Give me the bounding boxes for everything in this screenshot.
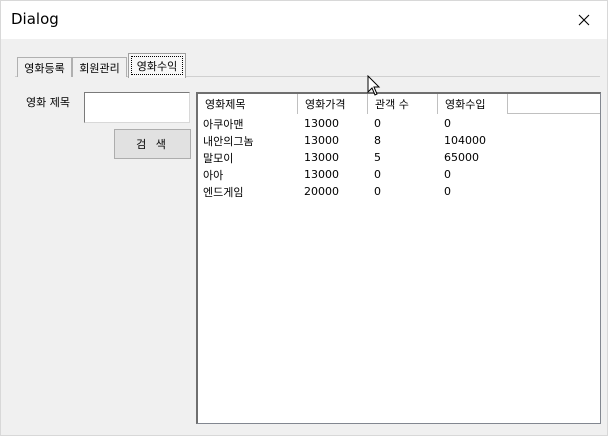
cell-revenue: 104000 <box>444 134 486 147</box>
cell-revenue: 65000 <box>444 151 479 164</box>
column-header-audience[interactable]: 관객 수 <box>368 94 438 114</box>
cell-revenue: 0 <box>444 185 451 198</box>
tab-member-manage[interactable]: 회원관리 <box>72 57 127 77</box>
table-row[interactable]: 내안의그놈 13000 8 104000 <box>198 132 600 149</box>
title-bar: Dialog <box>1 1 607 39</box>
cell-audience: 0 <box>374 168 381 181</box>
table-row[interactable]: 아아 13000 0 0 <box>198 166 600 183</box>
cell-title: 말모이 <box>203 151 234 165</box>
movie-title-input[interactable] <box>84 92 190 123</box>
tab-label: 회원관리 <box>79 61 120 75</box>
movie-title-label: 영화 제목 <box>26 96 70 109</box>
tab-movie-revenue[interactable]: 영화수익 <box>128 53 186 78</box>
cell-price: 13000 <box>304 168 339 181</box>
tab-label: 영화등록 <box>24 61 65 75</box>
column-header-title[interactable]: 영화제목 <box>198 94 298 114</box>
cell-price: 13000 <box>304 117 339 130</box>
cell-title: 내안의그놈 <box>203 134 254 148</box>
cell-price: 20000 <box>304 185 339 198</box>
tab-label: 영화수익 <box>136 60 178 73</box>
tab-strip: 영화등록 회원관리 영화수익 <box>15 53 600 78</box>
column-header-revenue[interactable]: 영화수입 <box>438 94 508 114</box>
cell-revenue: 0 <box>444 117 451 130</box>
cell-audience: 0 <box>374 117 381 130</box>
table-row[interactable]: 아쿠아맨 13000 0 0 <box>198 115 600 132</box>
table-row[interactable]: 말모이 13000 5 65000 <box>198 149 600 166</box>
cell-title: 엔드게임 <box>203 185 244 199</box>
revenue-listview[interactable]: 영화제목 영화가격 관객 수 영화수입 아쿠아맨 13000 0 0 내안의그놈… <box>196 92 601 424</box>
column-header-price[interactable]: 영화가격 <box>298 94 368 114</box>
mouse-pointer-icon <box>367 75 381 96</box>
search-button[interactable]: 검 색 <box>114 129 191 159</box>
close-button[interactable] <box>561 1 607 39</box>
cell-title: 아쿠아맨 <box>203 117 244 131</box>
cell-revenue: 0 <box>444 168 451 181</box>
cell-audience: 5 <box>374 151 381 164</box>
cell-price: 13000 <box>304 134 339 147</box>
listview-header: 영화제목 영화가격 관객 수 영화수입 <box>198 94 600 114</box>
cell-audience: 0 <box>374 185 381 198</box>
dialog-window: Dialog 영화등록 회원관리 영화수익 영화 제목 검 색 영화제목 영화가… <box>0 0 608 436</box>
cell-audience: 8 <box>374 134 381 147</box>
close-icon <box>578 14 590 26</box>
cell-price: 13000 <box>304 151 339 164</box>
window-title: Dialog <box>11 10 59 28</box>
table-row[interactable]: 엔드게임 20000 0 0 <box>198 183 600 200</box>
tab-movie-register[interactable]: 영화등록 <box>17 57 72 77</box>
cell-title: 아아 <box>203 168 224 182</box>
